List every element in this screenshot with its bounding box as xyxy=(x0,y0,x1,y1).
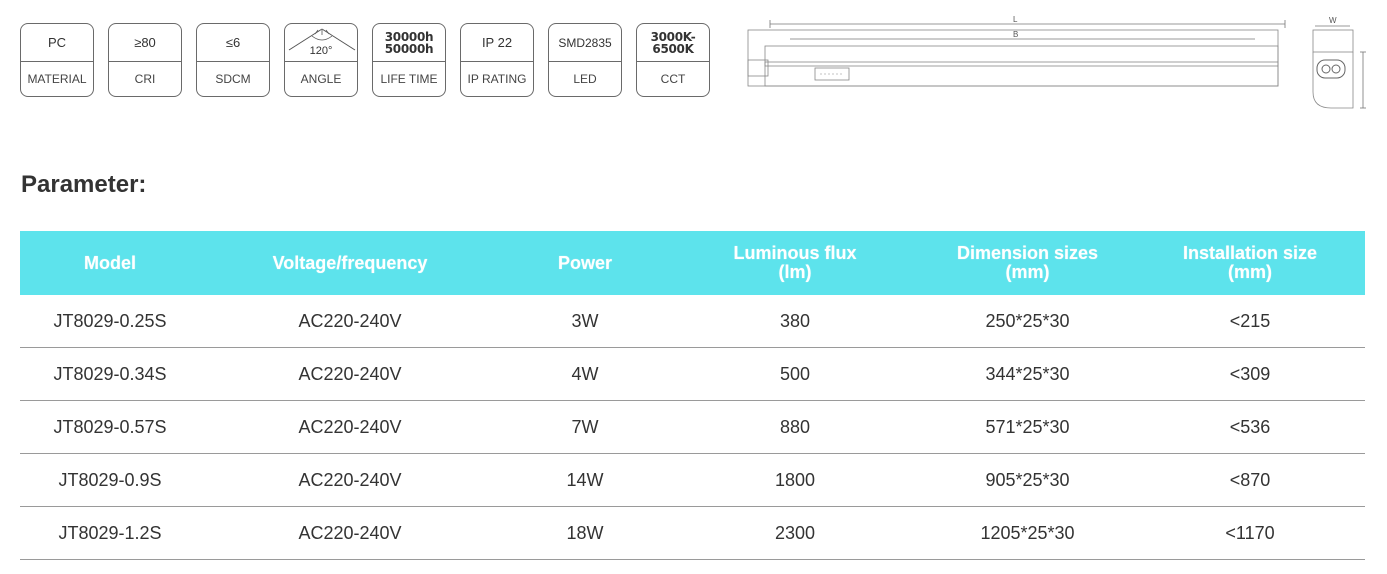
cell-flux: 1800 xyxy=(774,469,816,490)
badge-cri-label: CRI xyxy=(134,72,156,86)
badge-led-value: SMD2835 xyxy=(549,24,621,62)
cell-voltage: AC220-240V xyxy=(298,469,402,490)
cell-dimension: 571*25*30 xyxy=(985,416,1070,437)
badge-cri-value: ≥80 xyxy=(109,24,181,62)
angle-value: 120° xyxy=(309,44,333,57)
cell-power: 7W xyxy=(571,416,599,437)
side-view-drawing: L B xyxy=(747,15,1286,87)
parameter-table: Model Voltage/frequency Power Luminous f… xyxy=(20,231,1365,560)
badge-angle-label: ANGLE xyxy=(300,72,342,86)
badge-cct-label: CCT xyxy=(660,72,686,86)
header-luminous-flux: Luminous flux (lm) xyxy=(733,243,857,282)
badge-cct: 3000K- 6500K CCT xyxy=(636,23,710,97)
cell-flux: 500 xyxy=(779,363,811,384)
width-label: W xyxy=(1329,16,1337,25)
cell-installation: <215 xyxy=(1229,310,1271,331)
header-installation: Installation size (mm) xyxy=(1182,243,1318,282)
cell-power: 14W xyxy=(566,469,604,490)
cell-flux: 2300 xyxy=(774,522,816,543)
badge-angle-value: 120° xyxy=(285,24,357,62)
badge-led-label: LED xyxy=(573,72,597,86)
length-label: L xyxy=(1013,15,1018,24)
cell-voltage: AC220-240V xyxy=(298,363,402,384)
cell-voltage: AC220-240V xyxy=(298,310,402,331)
table-row: JT8029-0.25S AC220-240V 3W 380 250*25*30… xyxy=(20,295,1365,348)
section-title: Parameter: xyxy=(21,171,147,198)
cell-voltage: AC220-240V xyxy=(298,522,402,543)
badge-sdcm-value: ≤6 xyxy=(197,24,269,62)
table-row: JT8029-0.9S AC220-240V 14W 1800 905*25*3… xyxy=(20,454,1365,507)
cell-dimension: 905*25*30 xyxy=(985,469,1070,490)
badge-lifetime-value: 30000h 50000h xyxy=(373,24,445,62)
end-view-drawing: W xyxy=(1312,16,1366,109)
cell-voltage: AC220-240V xyxy=(298,416,402,437)
badge-material: PC MATERIAL xyxy=(20,23,94,97)
cell-flux: 380 xyxy=(779,310,811,331)
cell-dimension: 250*25*30 xyxy=(985,310,1070,331)
badge-ip-label: IP RATING xyxy=(467,72,527,86)
table-row: JT8029-0.57S AC220-240V 7W 880 571*25*30… xyxy=(20,401,1365,454)
cell-model: JT8029-0.34S xyxy=(53,363,167,384)
badge-angle: 120° ANGLE xyxy=(284,23,358,97)
cell-dimension: 344*25*30 xyxy=(985,363,1070,384)
badge-cct-value: 3000K- 6500K xyxy=(637,24,709,62)
cell-installation: <536 xyxy=(1229,416,1271,437)
cell-installation: <1170 xyxy=(1225,522,1275,543)
badge-ip-value: IP 22 xyxy=(461,24,533,62)
cell-flux: 880 xyxy=(779,416,811,437)
table-row: JT8029-0.34S AC220-240V 4W 500 344*25*30… xyxy=(20,348,1365,401)
cell-power: 3W xyxy=(571,310,599,331)
header-voltage: Voltage/frequency xyxy=(272,252,428,273)
badge-led: SMD2835 LED xyxy=(548,23,622,97)
badge-material-label: MATERIAL xyxy=(27,72,87,86)
badge-lifetime-label: LIFE TIME xyxy=(380,72,438,86)
cell-model: JT8029-1.2S xyxy=(58,522,162,543)
header-dimension: Dimension sizes (mm) xyxy=(956,243,1099,282)
badge-material-value: PC xyxy=(21,24,93,62)
badge-lifetime: 30000h 50000h LIFE TIME xyxy=(372,23,446,97)
cell-installation: <870 xyxy=(1229,469,1271,490)
inner-label: B xyxy=(1013,30,1018,39)
badge-sdcm: ≤6 SDCM xyxy=(196,23,270,97)
badge-cri: ≥80 CRI xyxy=(108,23,182,97)
cell-power: 4W xyxy=(571,363,599,384)
header-model: Model xyxy=(84,252,136,273)
cell-model: JT8029-0.57S xyxy=(53,416,167,437)
cell-model: JT8029-0.25S xyxy=(53,310,167,331)
table-header: Model Voltage/frequency Power Luminous f… xyxy=(20,231,1365,295)
header-power: Power xyxy=(557,252,613,273)
cell-power: 18W xyxy=(566,522,604,543)
badge-sdcm-label: SDCM xyxy=(215,72,251,86)
cell-model: JT8029-0.9S xyxy=(58,469,162,490)
table-row: JT8029-1.2S AC220-240V 18W 2300 1205*25*… xyxy=(20,507,1365,560)
cell-dimension: 1205*25*30 xyxy=(980,522,1075,543)
cell-installation: <309 xyxy=(1229,363,1271,384)
badge-ip: IP 22 IP RATING xyxy=(460,23,534,97)
